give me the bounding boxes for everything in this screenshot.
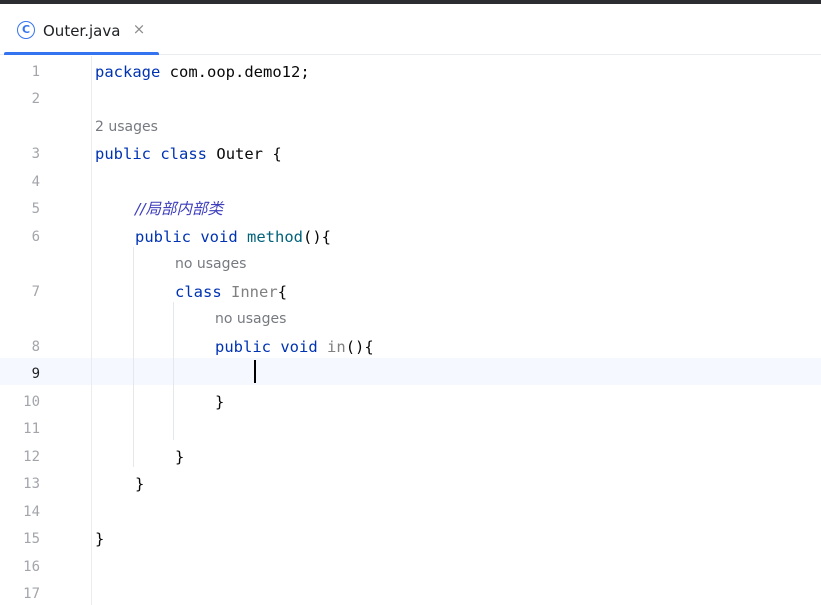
method-name: in	[327, 338, 346, 356]
keyword: void	[200, 228, 238, 246]
parens: (){	[303, 228, 332, 246]
text-caret	[254, 360, 256, 383]
line-number: 5	[31, 201, 40, 217]
keyword: public	[215, 338, 271, 356]
brace: {	[277, 283, 288, 301]
usages-hint[interactable]: no usages	[215, 310, 286, 328]
active-tab-indicator	[4, 52, 159, 55]
close-icon[interactable]: ×	[132, 19, 146, 39]
code-comment: //局部内部类	[135, 200, 223, 218]
parens: (){	[345, 338, 374, 356]
line-number: 6	[31, 229, 40, 245]
tab-outer-java[interactable]: C Outer.java ×	[0, 4, 159, 55]
line-number: 4	[31, 174, 40, 190]
line-number: 7	[31, 284, 40, 300]
class-name: Outer	[216, 145, 264, 163]
usages-hint[interactable]: 2 usages	[95, 118, 158, 136]
package-name: com.oop.demo12;	[169, 63, 310, 81]
line-number: 15	[23, 531, 40, 547]
tab-label: Outer.java	[43, 22, 121, 40]
usages-hint[interactable]: no usages	[175, 255, 246, 273]
line-number: 8	[31, 339, 40, 355]
code-close-brace: }	[175, 448, 185, 466]
keyword: class	[160, 145, 208, 163]
line-number: 13	[23, 476, 40, 492]
code-line-method: public void method(){	[135, 227, 331, 247]
keyword: public	[95, 145, 151, 163]
keyword: public	[135, 228, 191, 246]
line-number: 12	[23, 449, 40, 465]
code-line-class-outer: public class Outer {	[95, 144, 282, 164]
keyword: void	[280, 338, 318, 356]
method-name: method	[247, 228, 304, 246]
brace: {	[272, 145, 282, 163]
class-icon: C	[17, 21, 35, 39]
code-line-method-in: public void in(){	[215, 337, 374, 357]
class-name: Inner	[231, 283, 278, 301]
line-number: 16	[23, 559, 40, 575]
line-number: 17	[23, 586, 40, 602]
current-line-highlight	[0, 358, 821, 385]
line-number: 3	[31, 146, 40, 162]
gutter-separator	[91, 56, 92, 605]
line-number-current: 9	[31, 366, 40, 382]
line-number: 14	[23, 504, 40, 520]
line-number: 10	[23, 394, 40, 410]
line-number: 1	[31, 64, 40, 80]
editor-tab-bar: C Outer.java ×	[0, 4, 821, 55]
keyword: class	[175, 283, 222, 301]
line-number: 2	[31, 91, 40, 107]
line-number: 11	[23, 421, 40, 437]
code-close-brace: }	[135, 475, 145, 493]
code-line-class-inner: class Inner{	[175, 282, 287, 302]
indent-guide	[133, 247, 134, 467]
indent-guide	[173, 302, 174, 440]
keyword: package	[95, 63, 161, 81]
code-close-brace: }	[95, 530, 105, 548]
code-close-brace: }	[215, 393, 225, 411]
code-line-package: package com.oop.demo12;	[95, 62, 310, 82]
code-editor[interactable]: 1 2 3 4 5 6 7 8 9 10 11 12 13 14 15 16 1…	[0, 56, 821, 605]
